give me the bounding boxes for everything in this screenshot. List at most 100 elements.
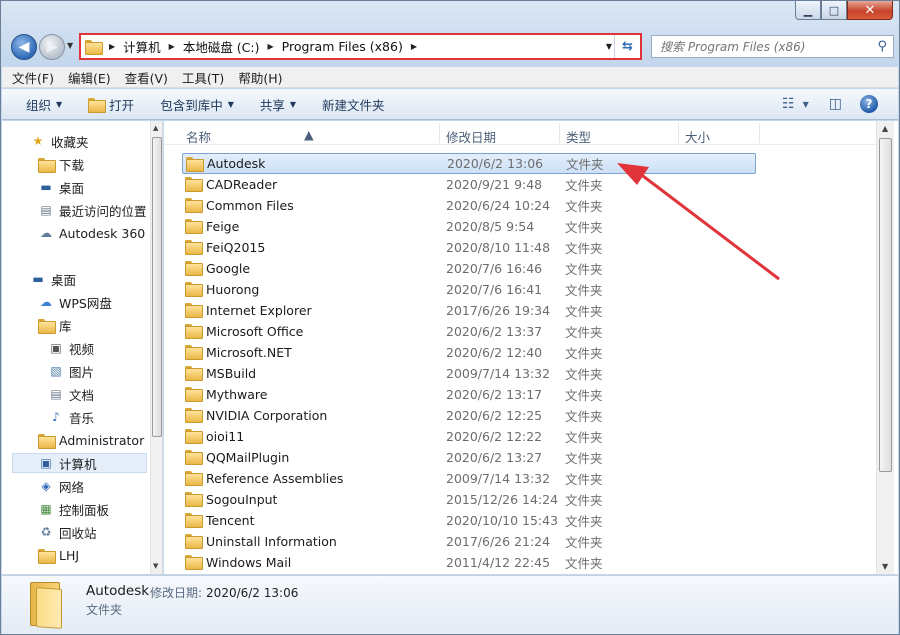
- include-in-library-button[interactable]: 包含到库中 ▼: [160, 95, 234, 114]
- table-row[interactable]: Huorong 2020/7/6 16:41 文件夹: [182, 279, 756, 300]
- help-icon[interactable]: ?: [860, 95, 878, 113]
- chevron-down-icon: ▼: [227, 99, 234, 109]
- column-name[interactable]: 名称: [186, 127, 211, 146]
- table-row[interactable]: FeiQ2015 2020/8/10 11:48 文件夹: [182, 237, 756, 258]
- nav-network[interactable]: ◈ 网络: [38, 476, 84, 496]
- column-divider[interactable]: [439, 123, 440, 143]
- column-date[interactable]: 修改日期: [446, 127, 496, 146]
- nav-downloads[interactable]: 下载: [38, 154, 84, 174]
- table-row[interactable]: Common Files 2020/6/24 10:24 文件夹: [182, 195, 756, 216]
- desktop-icon: ▬: [40, 180, 52, 194]
- nav-favorites[interactable]: ★ 收藏夹: [30, 131, 89, 151]
- table-row[interactable]: Uninstall Information 2017/6/26 21:24 文件夹: [182, 531, 756, 552]
- chevron-right-icon[interactable]: ▶: [169, 42, 175, 51]
- menu-bar: 文件(F) 编辑(E) 查看(V) 工具(T) 帮助(H): [2, 67, 898, 88]
- view-options-icon[interactable]: ☷: [782, 96, 795, 112]
- chevron-down-icon[interactable]: ▼: [803, 100, 809, 109]
- menu-tools[interactable]: 工具(T): [182, 68, 224, 87]
- nav-music[interactable]: ♪ 音乐: [48, 407, 94, 427]
- control-panel-icon: ▦: [40, 502, 52, 516]
- back-button[interactable]: ◀: [11, 34, 37, 60]
- menu-help[interactable]: 帮助(H): [238, 68, 282, 87]
- nav-libraries[interactable]: 库: [38, 315, 72, 335]
- column-size[interactable]: 大小: [685, 127, 710, 146]
- table-row[interactable]: Autodesk 2020/6/2 13:06 文件夹: [182, 153, 756, 174]
- chevron-right-icon[interactable]: ▶: [109, 42, 115, 51]
- search-box[interactable]: ⚲: [651, 35, 894, 58]
- scroll-down-icon[interactable]: ▼: [153, 562, 158, 570]
- maximize-button[interactable]: □: [821, 1, 847, 20]
- table-row[interactable]: MSBuild 2009/7/14 13:32 文件夹: [182, 363, 756, 384]
- nav-computer[interactable]: ▣ 计算机: [12, 453, 147, 473]
- breadcrumb-computer[interactable]: 计算机: [123, 37, 161, 56]
- refresh-button[interactable]: ⇆: [614, 35, 640, 58]
- table-row[interactable]: QQMailPlugin 2020/6/2 13:27 文件夹: [182, 447, 756, 468]
- file-date: 2015/12/26 14:24: [446, 492, 559, 507]
- nav-desktop-favorite[interactable]: ▬ 桌面: [38, 177, 84, 197]
- scroll-up-icon[interactable]: ▲: [882, 124, 888, 133]
- table-row[interactable]: Feige 2020/8/5 9:54 文件夹: [182, 216, 756, 237]
- nav-label: 控制面板: [59, 502, 110, 518]
- nav-scrollbar-thumb[interactable]: [152, 137, 162, 437]
- nav-label: 计算机: [59, 456, 97, 472]
- table-row[interactable]: CADReader 2020/9/21 9:48 文件夹: [182, 174, 756, 195]
- nav-wps-cloud[interactable]: ☁ WPS网盘: [38, 292, 112, 312]
- search-input[interactable]: [660, 39, 870, 54]
- file-name: Mythware: [206, 387, 268, 402]
- table-row[interactable]: Tencent 2020/10/10 15:43 文件夹: [182, 510, 756, 531]
- chevron-right-icon[interactable]: ▶: [268, 42, 274, 51]
- preview-pane-icon[interactable]: ◫: [829, 96, 842, 112]
- search-icon[interactable]: ⚲: [877, 39, 887, 54]
- nav-documents[interactable]: ▤ 文档: [48, 384, 94, 404]
- close-button[interactable]: ✕: [847, 1, 893, 20]
- column-type[interactable]: 类型: [566, 127, 591, 146]
- nav-administrator[interactable]: Administrator: [38, 430, 144, 450]
- forward-button[interactable]: ▶: [39, 34, 65, 60]
- chevron-right-icon[interactable]: ▶: [411, 42, 417, 51]
- nav-recent-places[interactable]: ▤ 最近访问的位置: [38, 200, 146, 220]
- scroll-down-icon[interactable]: ▼: [882, 562, 888, 571]
- video-icon: ▣: [50, 341, 62, 355]
- nav-desktop[interactable]: ▬ 桌面: [30, 269, 76, 289]
- nav-autodesk-360[interactable]: ☁ Autodesk 360: [38, 223, 145, 243]
- table-row[interactable]: oioi11 2020/6/2 12:22 文件夹: [182, 426, 756, 447]
- scroll-up-icon[interactable]: ▲: [153, 124, 158, 132]
- breadcrumb-local-disk[interactable]: 本地磁盘 (C:): [183, 37, 260, 56]
- folder-icon: [185, 198, 203, 213]
- column-divider[interactable]: [559, 123, 560, 143]
- nav-pictures[interactable]: ▧ 图片: [48, 361, 94, 381]
- column-divider[interactable]: [759, 123, 760, 143]
- table-row[interactable]: Reference Assemblies 2009/7/14 13:32 文件夹: [182, 468, 756, 489]
- address-history-dropdown[interactable]: ▼: [606, 42, 612, 51]
- nav-recycle-bin[interactable]: ♻ 回收站: [38, 522, 97, 542]
- menu-edit[interactable]: 编辑(E): [68, 68, 111, 87]
- menu-file[interactable]: 文件(F): [12, 68, 54, 87]
- table-row[interactable]: Mythware 2020/6/2 13:17 文件夹: [182, 384, 756, 405]
- address-bar[interactable]: ▶ 计算机 ▶ 本地磁盘 (C:) ▶ Program Files (x86) …: [79, 33, 642, 60]
- new-folder-button[interactable]: 新建文件夹: [322, 95, 385, 114]
- open-button[interactable]: 打开: [88, 95, 134, 114]
- table-row[interactable]: Windows Mail 2011/4/12 22:45 文件夹: [182, 552, 756, 573]
- table-row[interactable]: SogouInput 2015/12/26 14:24 文件夹: [182, 489, 756, 510]
- recent-pages-dropdown[interactable]: ▼: [67, 41, 73, 50]
- table-row[interactable]: Microsoft.NET 2020/6/2 12:40 文件夹: [182, 342, 756, 363]
- table-row[interactable]: Microsoft Office 2020/6/2 13:37 文件夹: [182, 321, 756, 342]
- file-type: 文件夹: [565, 430, 603, 445]
- minimize-button[interactable]: ▁: [795, 1, 821, 20]
- nav-videos[interactable]: ▣ 视频: [48, 338, 94, 358]
- organize-button[interactable]: 组织 ▼: [26, 95, 62, 114]
- nav-control-panel[interactable]: ▦ 控制面板: [38, 499, 109, 519]
- table-row[interactable]: Internet Explorer 2017/6/26 19:34 文件夹: [182, 300, 756, 321]
- table-row[interactable]: NVIDIA Corporation 2020/6/2 12:25 文件夹: [182, 405, 756, 426]
- column-divider[interactable]: [678, 123, 679, 143]
- share-button[interactable]: 共享 ▼: [260, 95, 296, 114]
- table-row[interactable]: Google 2020/7/6 16:46 文件夹: [182, 258, 756, 279]
- file-list-scrollbar-thumb[interactable]: [879, 138, 892, 472]
- folder-icon: [185, 471, 203, 486]
- file-list-scrollbar[interactable]: ▲ ▼: [876, 121, 894, 574]
- folder-icon: [186, 157, 204, 172]
- nav-lhj[interactable]: LHJ: [38, 545, 79, 565]
- nav-scrollbar[interactable]: ▲ ▼: [150, 121, 162, 574]
- breadcrumb-program-files[interactable]: Program Files (x86): [282, 39, 403, 54]
- menu-view[interactable]: 查看(V): [125, 68, 168, 87]
